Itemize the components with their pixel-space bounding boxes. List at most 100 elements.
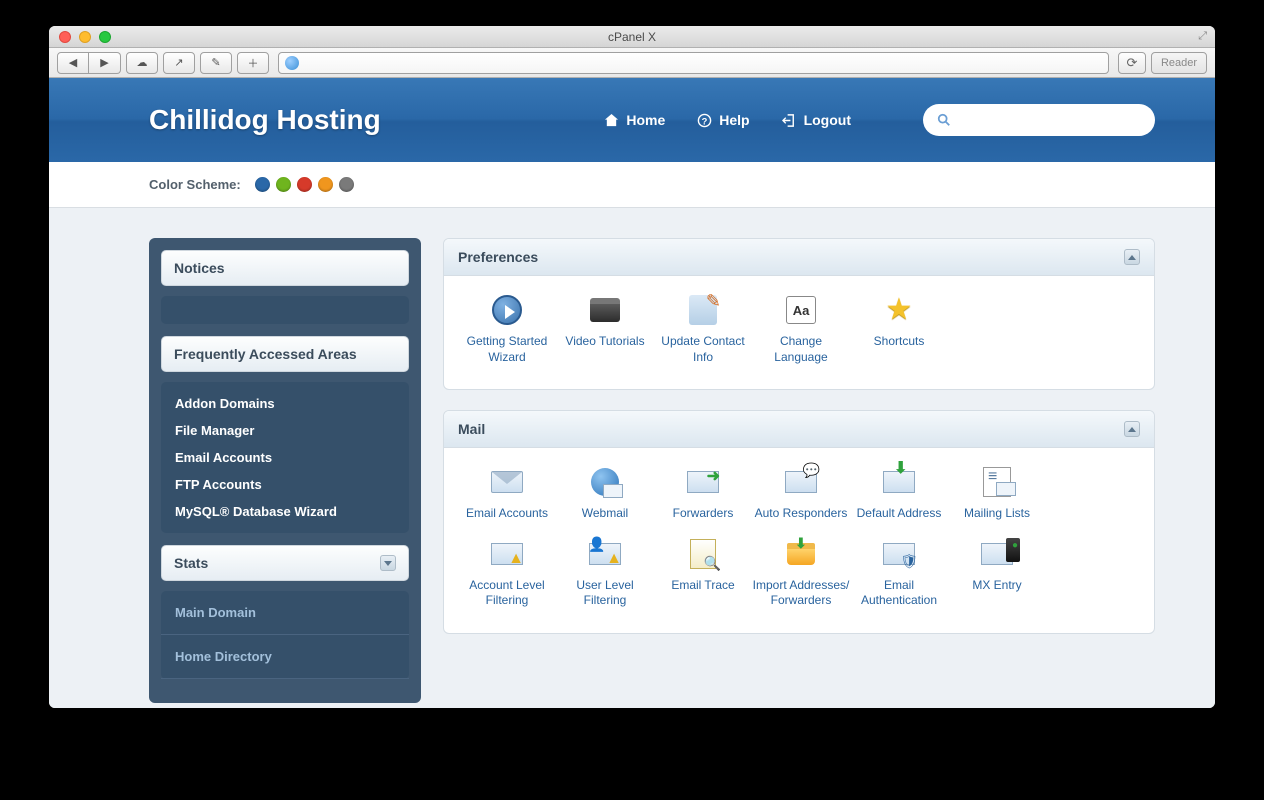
sidebar-link[interactable]: MySQL® Database Wizard <box>161 498 409 525</box>
help-icon: ? <box>697 113 712 128</box>
preferences-header[interactable]: Preferences <box>444 239 1154 276</box>
app-label: Change Language <box>752 334 850 365</box>
fullscreen-icon[interactable]: ⤢ <box>1198 30 1207 43</box>
app-lang[interactable]: Aa Change Language <box>752 292 850 365</box>
nav-logout-label: Logout <box>804 112 851 128</box>
app-trace[interactable]: Email Trace <box>654 536 752 609</box>
app-label: Email Trace <box>654 578 752 594</box>
color-swatches <box>255 177 354 192</box>
browser-window: cPanel X ⤢ ◀ ▶ ☁ ↗ ✎ ＋ ⟳ Reader Chillido… <box>49 26 1215 708</box>
mail-title: Mail <box>458 421 485 437</box>
app-contact[interactable]: Update Contact Info <box>654 292 752 365</box>
auth-icon <box>881 536 917 572</box>
nav-help[interactable]: ? Help <box>697 112 749 128</box>
reload-button[interactable]: ⟳ <box>1118 52 1146 74</box>
share-button[interactable]: ↗ <box>163 52 195 74</box>
webmail-icon <box>587 464 623 500</box>
app-webmail[interactable]: Webmail <box>556 464 654 522</box>
sidebar-link[interactable]: FTP Accounts <box>161 471 409 498</box>
contact-icon <box>685 292 721 328</box>
notices-header[interactable]: Notices <box>161 250 409 286</box>
play-icon <box>489 292 525 328</box>
app-label: Forwarders <box>654 506 752 522</box>
bookmark-button[interactable]: ✎ <box>200 52 232 74</box>
reader-button[interactable]: Reader <box>1151 52 1207 74</box>
app-mail[interactable]: Email Accounts <box>458 464 556 522</box>
nav-help-label: Help <box>719 112 749 128</box>
stats-body: Main DomainHome Directory <box>161 591 409 679</box>
search-input[interactable] <box>959 113 1141 128</box>
cpanel-header: Chillidog Hosting Home ? Help Logout <box>49 78 1215 162</box>
app-label: Getting Started Wizard <box>458 334 556 365</box>
stats-header[interactable]: Stats <box>161 545 409 581</box>
trace-icon <box>685 536 721 572</box>
color-swatch-1[interactable] <box>276 177 291 192</box>
color-swatch-3[interactable] <box>318 177 333 192</box>
star-icon: ★ <box>881 292 917 328</box>
userlvl-icon <box>587 536 623 572</box>
app-video[interactable]: Video Tutorials <box>556 292 654 365</box>
app-default[interactable]: Default Address <box>850 464 948 522</box>
stat-item: Main Domain <box>161 591 409 635</box>
traffic-lights <box>59 31 111 43</box>
notices-body <box>161 296 409 324</box>
app-fwd[interactable]: Forwarders <box>654 464 752 522</box>
mx-icon <box>979 536 1015 572</box>
color-swatch-0[interactable] <box>255 177 270 192</box>
app-label: Auto Responders <box>752 506 850 522</box>
maximize-button[interactable] <box>99 31 111 43</box>
sidebar-link[interactable]: Addon Domains <box>161 390 409 417</box>
app-label: Video Tutorials <box>556 334 654 350</box>
preferences-title: Preferences <box>458 249 538 265</box>
color-swatch-4[interactable] <box>339 177 354 192</box>
mail-panel: Mail Email AccountsWebmailForwardersAuto… <box>443 410 1155 634</box>
back-button[interactable]: ◀ <box>57 52 89 74</box>
sidebar-link[interactable]: Email Accounts <box>161 444 409 471</box>
nav-logout[interactable]: Logout <box>782 112 851 128</box>
header-nav: Home ? Help Logout <box>604 104 1155 136</box>
app-label: Mailing Lists <box>948 506 1046 522</box>
titlebar: cPanel X ⤢ <box>49 26 1215 48</box>
stat-item: Home Directory <box>161 635 409 679</box>
preferences-panel: Preferences Getting Started WizardVideo … <box>443 238 1155 390</box>
close-button[interactable] <box>59 31 71 43</box>
add-tab-button[interactable]: ＋ <box>237 52 269 74</box>
color-swatch-2[interactable] <box>297 177 312 192</box>
page-content: Chillidog Hosting Home ? Help Logout <box>49 78 1215 708</box>
app-label: Webmail <box>556 506 654 522</box>
app-mx[interactable]: MX Entry <box>948 536 1046 609</box>
app-star[interactable]: ★Shortcuts <box>850 292 948 365</box>
sidebar: Notices Frequently Accessed Areas Addon … <box>149 238 421 703</box>
app-auth[interactable]: Email Authentication <box>850 536 948 609</box>
address-bar[interactable] <box>278 52 1109 74</box>
app-play[interactable]: Getting Started Wizard <box>458 292 556 365</box>
forward-button[interactable]: ▶ <box>89 52 121 74</box>
app-label: Account Level Filtering <box>458 578 556 609</box>
brand-title: Chillidog Hosting <box>149 104 604 136</box>
video-icon <box>587 292 623 328</box>
sidebar-link[interactable]: File Manager <box>161 417 409 444</box>
acclvl-icon <box>489 536 525 572</box>
freq-header[interactable]: Frequently Accessed Areas <box>161 336 409 372</box>
default-icon <box>881 464 917 500</box>
app-userlvl[interactable]: User Level Filtering <box>556 536 654 609</box>
app-label: Default Address <box>850 506 948 522</box>
browser-toolbar: ◀ ▶ ☁ ↗ ✎ ＋ ⟳ Reader <box>49 48 1215 78</box>
lang-icon: Aa <box>783 292 819 328</box>
app-acclvl[interactable]: Account Level Filtering <box>458 536 556 609</box>
search-box[interactable] <box>923 104 1155 136</box>
minimize-button[interactable] <box>79 31 91 43</box>
collapse-icon[interactable] <box>380 555 396 571</box>
mail-header[interactable]: Mail <box>444 411 1154 448</box>
home-icon <box>604 113 619 128</box>
collapse-icon[interactable] <box>1124 421 1140 437</box>
app-import[interactable]: Import Addresses/ Forwarders <box>752 536 850 609</box>
collapse-icon[interactable] <box>1124 249 1140 265</box>
nav-home[interactable]: Home <box>604 112 665 128</box>
import-icon <box>783 536 819 572</box>
app-list[interactable]: Mailing Lists <box>948 464 1046 522</box>
app-auto[interactable]: Auto Responders <box>752 464 850 522</box>
icloud-button[interactable]: ☁ <box>126 52 158 74</box>
mail-icon <box>489 464 525 500</box>
freq-title: Frequently Accessed Areas <box>174 346 357 362</box>
